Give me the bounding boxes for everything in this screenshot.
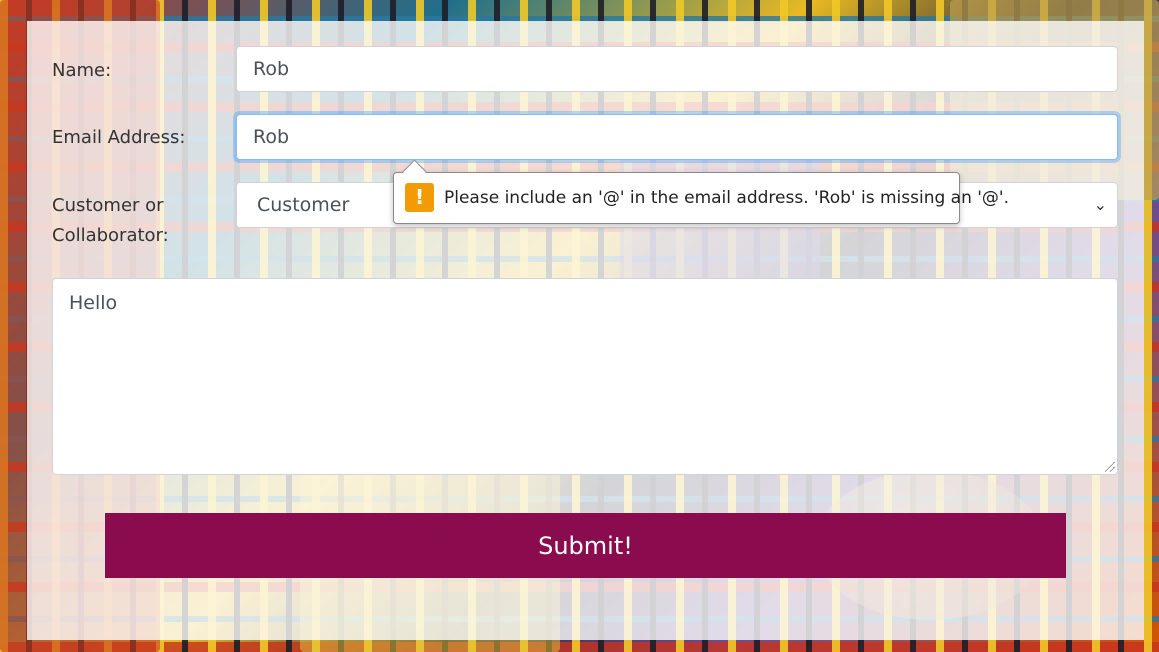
email-input[interactable]: Rob (236, 114, 1118, 160)
name-label: Name: (52, 60, 112, 81)
message-textarea[interactable]: Hello (52, 278, 1118, 475)
warning-icon: ! (405, 183, 434, 212)
chevron-down-icon: ⌄ (1093, 195, 1107, 214)
select-value: Customer (257, 194, 350, 216)
message-text: Hello (69, 292, 118, 314)
submit-button[interactable]: Submit! (105, 513, 1066, 578)
name-input[interactable]: Rob (236, 46, 1118, 92)
resize-handle-icon[interactable] (1105, 462, 1115, 472)
email-label: Email Address: (52, 127, 186, 148)
type-label-line2: Collaborator: (52, 225, 169, 246)
validation-tooltip: ! Please include an '@' in the email add… (393, 159, 1009, 224)
type-label-line1: Customer or (52, 195, 164, 216)
validation-message: Please include an '@' in the email addre… (444, 188, 1010, 208)
